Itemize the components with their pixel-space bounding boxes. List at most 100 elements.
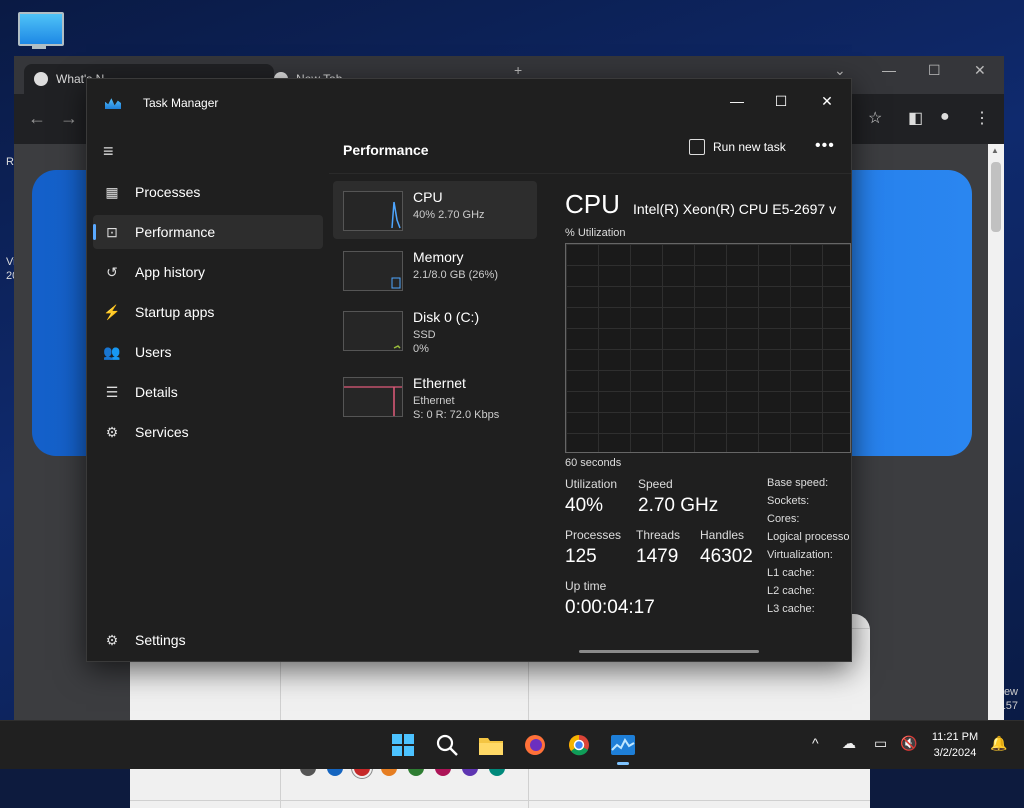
close-button[interactable]: ✕ xyxy=(805,87,849,115)
title-bar[interactable]: Task Manager — ☐ ✕ xyxy=(87,79,851,125)
device-subtitle: SSD xyxy=(413,329,436,341)
speed-value: 2.70 GHz xyxy=(638,495,719,516)
sidebar-item-startup-apps[interactable]: ⚡ Startup apps xyxy=(93,295,323,329)
clock-date: 3/2/2024 xyxy=(933,747,977,759)
device-item-cpu[interactable]: CPU 40% 2.70 GHz xyxy=(333,181,537,239)
clock-time: 11:21 PM xyxy=(931,731,979,743)
device-item-ethernet[interactable]: Ethernet Ethernet S: 0 R: 72.0 Kbps xyxy=(333,367,537,425)
sidepanel-icon[interactable]: ◧ xyxy=(908,108,923,128)
uptime-label: Up time xyxy=(565,579,607,593)
cpu-utilization-graph xyxy=(565,243,851,453)
volume-muted-icon[interactable]: 🔇 xyxy=(900,735,917,752)
task-manager-icon xyxy=(611,735,635,755)
more-options-icon[interactable]: ••• xyxy=(815,137,835,155)
folder-icon xyxy=(479,738,503,755)
firefox-icon xyxy=(525,735,545,755)
notification-bell-icon[interactable]: 🔔 xyxy=(990,735,1007,752)
cpu-model: Intel(R) Xeon(R) CPU E5-2697 v xyxy=(633,201,837,217)
network-icon[interactable]: ▭ xyxy=(874,735,887,752)
settings-icon: ⚙ xyxy=(105,631,119,648)
chrome-button[interactable] xyxy=(565,731,593,759)
device-subtitle: 2.1/8.0 GB (26%) xyxy=(413,269,498,281)
sidebar-item-processes[interactable]: ▦ Processes xyxy=(93,175,323,209)
scrollbar-thumb[interactable] xyxy=(991,162,1001,232)
page-title: Performance xyxy=(343,142,429,158)
processes-label: Processes xyxy=(565,528,622,542)
device-name: CPU xyxy=(413,189,443,205)
cpu-property-label: Cores: xyxy=(767,513,800,525)
new-task-icon xyxy=(689,139,705,155)
minimize-icon[interactable]: — xyxy=(882,62,896,78)
users-icon: 👥 xyxy=(103,343,121,360)
windows-logo-icon xyxy=(392,734,414,756)
kebab-menu-icon[interactable]: ⋮ xyxy=(974,108,990,128)
sidebar-item-performance[interactable]: ⊡ Performance xyxy=(93,215,323,249)
performance-icon: ⊡ xyxy=(106,223,118,240)
sidebar-item-label: Users xyxy=(135,344,172,360)
window-title: Task Manager xyxy=(143,96,219,110)
cpu-property-label: L1 cache: xyxy=(767,567,815,579)
tray-chevron-icon[interactable]: ^ xyxy=(812,735,819,751)
maximize-icon[interactable]: ☐ xyxy=(928,62,941,79)
device-item-disk-0-c[interactable]: Disk 0 (C:) SSD 0% xyxy=(333,301,537,359)
services-icon: ⚙ xyxy=(105,423,119,440)
hamburger-menu-icon[interactable]: ≡ xyxy=(103,141,114,162)
new-tab-button[interactable]: + xyxy=(514,62,522,78)
taskbar: ^ ☁ ▭ 🔇 11:21 PM 3/2/2024 🔔 xyxy=(0,720,1024,769)
scroll-up-icon[interactable]: ▲ xyxy=(991,146,999,155)
this-pc-desktop-icon[interactable] xyxy=(16,10,64,52)
device-name: Disk 0 (C:) xyxy=(413,309,480,325)
cpu-property-label: Logical processo xyxy=(767,531,850,543)
sidebar-item-settings[interactable]: ⚙ Settings xyxy=(93,623,323,657)
desktop-label: R xyxy=(6,156,14,168)
firefox-button[interactable] xyxy=(521,731,549,759)
profile-icon[interactable]: ● xyxy=(940,108,950,126)
run-new-task-button[interactable]: Run new task xyxy=(689,139,786,155)
threads-label: Threads xyxy=(636,528,681,542)
file-explorer-button[interactable] xyxy=(477,731,505,759)
minimize-button[interactable]: — xyxy=(715,87,759,115)
sidebar-item-details[interactable]: ☰ Details xyxy=(93,375,323,409)
task-manager-window: Task Manager — ☐ ✕ ≡ ▦ Processes ⊡ Performa… xyxy=(86,78,852,662)
uptime-value: 0:00:04:17 xyxy=(565,597,655,618)
sidebar-item-label: Processes xyxy=(135,184,201,200)
device-subtitle: S: 0 R: 72.0 Kbps xyxy=(413,409,500,421)
sidebar-item-label: Services xyxy=(135,424,189,440)
speed-label: Speed xyxy=(638,477,673,491)
task-manager-taskbar-button[interactable] xyxy=(609,731,637,765)
sidebar-item-app-history[interactable]: ↺ App history xyxy=(93,255,323,289)
cpu-property-label: L3 cache: xyxy=(767,603,815,615)
browser-scrollbar[interactable]: ▲ xyxy=(988,144,1004,720)
sidebar-item-services[interactable]: ⚙ Services xyxy=(93,415,323,449)
device-name: Ethernet xyxy=(413,375,466,391)
clock[interactable]: 11:21 PM 3/2/2024 xyxy=(922,729,988,761)
task-manager-icon xyxy=(105,98,121,109)
horizontal-scrollbar[interactable] xyxy=(579,650,759,653)
back-icon[interactable]: ← xyxy=(28,108,46,129)
cpu-property-label: L2 cache: xyxy=(767,585,815,597)
cpu-property-label: Virtualization: xyxy=(767,549,833,561)
sidebar-item-users[interactable]: 👥 Users xyxy=(93,335,323,369)
star-icon[interactable]: ☆ xyxy=(868,108,882,128)
threads-value: 1479 xyxy=(636,546,679,567)
history-icon: ↺ xyxy=(106,263,118,280)
forward-icon[interactable]: → xyxy=(60,108,78,129)
close-icon[interactable]: ✕ xyxy=(974,62,986,79)
device-name: Memory xyxy=(413,249,464,265)
device-item-memory[interactable]: Memory 2.1/8.0 GB (26%) xyxy=(333,241,537,299)
maximize-button[interactable]: ☐ xyxy=(759,87,803,115)
processes-icon: ▦ xyxy=(105,183,119,200)
cpu-detail-panel: CPU Intel(R) Xeon(R) CPU E5-2697 v % Uti… xyxy=(565,181,851,661)
chevron-down-icon[interactable]: ⌄ xyxy=(834,62,846,79)
start-button[interactable] xyxy=(389,731,417,759)
device-subtitle: 40% 2.70 GHz xyxy=(413,209,485,221)
device-mini-graph xyxy=(343,251,403,291)
sidebar-item-label: App history xyxy=(135,264,206,280)
sidebar-item-label: Settings xyxy=(135,632,186,648)
utilization-value: 40% xyxy=(565,495,604,516)
search-button[interactable] xyxy=(433,731,461,759)
cpu-property-label: Sockets: xyxy=(767,495,810,507)
onedrive-icon[interactable]: ☁ xyxy=(842,735,856,752)
utilization-label: Utilization xyxy=(565,477,618,491)
chrome-icon xyxy=(569,735,589,756)
